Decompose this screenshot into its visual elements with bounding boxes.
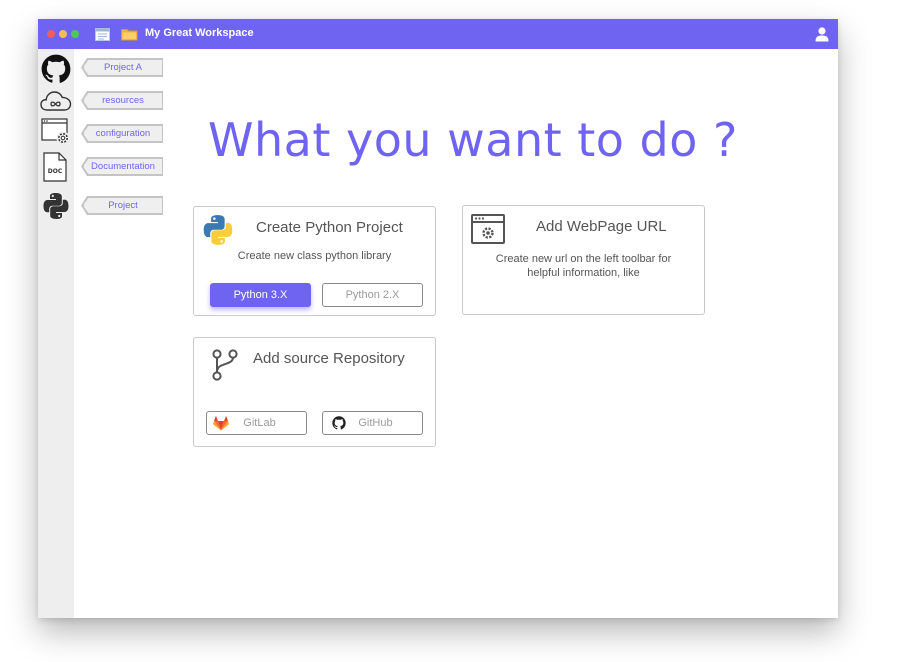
sidebar-tab-configuration[interactable]: configuration <box>83 125 163 142</box>
notes-icon[interactable] <box>95 28 111 47</box>
add-source-repository-card: Add source Repository GitLab GitHub <box>193 337 436 447</box>
gitlab-button[interactable]: GitLab <box>206 411 307 435</box>
create-python-project-card: Create Python Project Create new class p… <box>193 206 436 316</box>
add-webpage-url-card: Add WebPage URL Create new url on the le… <box>462 205 705 315</box>
sidebar-tab-documentation[interactable]: Documentation <box>83 158 163 175</box>
maximize-window-button[interactable] <box>71 30 79 38</box>
github-label: GitHub <box>358 417 393 429</box>
github-icon[interactable] <box>41 54 71 89</box>
python-icon[interactable] <box>42 192 70 225</box>
sidebar-tab-project-a[interactable]: Project A <box>83 59 163 76</box>
sidebar-tab-project[interactable]: Project <box>83 197 163 214</box>
svg-text:DOC: DOC <box>48 168 63 175</box>
browser-settings-icon <box>471 214 505 249</box>
python-logo-icon <box>202 214 234 251</box>
gitlab-icon <box>213 416 229 439</box>
github-small-icon <box>332 416 346 438</box>
card-desc-python: Create new class python library <box>237 250 392 262</box>
minimize-window-button[interactable] <box>59 30 67 38</box>
folder-icon[interactable] <box>121 27 138 46</box>
gitlab-label: GitLab <box>243 417 276 429</box>
python2-button[interactable]: Python 2.X <box>322 283 423 307</box>
card-title-repo: Add source Repository <box>253 350 405 367</box>
title-bar: My Great Workspace <box>38 19 838 49</box>
cloud-icon[interactable] <box>40 89 72 118</box>
card-title-webpage: Add WebPage URL <box>536 218 667 235</box>
app-window: My Great Workspace DOC Project A resourc… <box>38 19 838 618</box>
sidebar-tab-resources[interactable]: resources <box>83 92 163 109</box>
card-desc-webpage: Create new url on the left toolbar for h… <box>495 253 672 279</box>
github-button[interactable]: GitHub <box>322 411 423 435</box>
user-icon[interactable] <box>814 26 830 47</box>
git-branch-icon <box>210 348 240 387</box>
page-headline: What you want to do ? <box>208 113 738 167</box>
python3-button[interactable]: Python 3.X <box>210 283 311 307</box>
sidebar: DOC <box>38 49 74 618</box>
doc-file-icon[interactable]: DOC <box>43 152 67 187</box>
window-title: My Great Workspace <box>145 27 254 39</box>
close-window-button[interactable] <box>47 30 55 38</box>
card-title-python: Create Python Project <box>256 219 403 236</box>
window-settings-icon[interactable] <box>41 118 71 151</box>
